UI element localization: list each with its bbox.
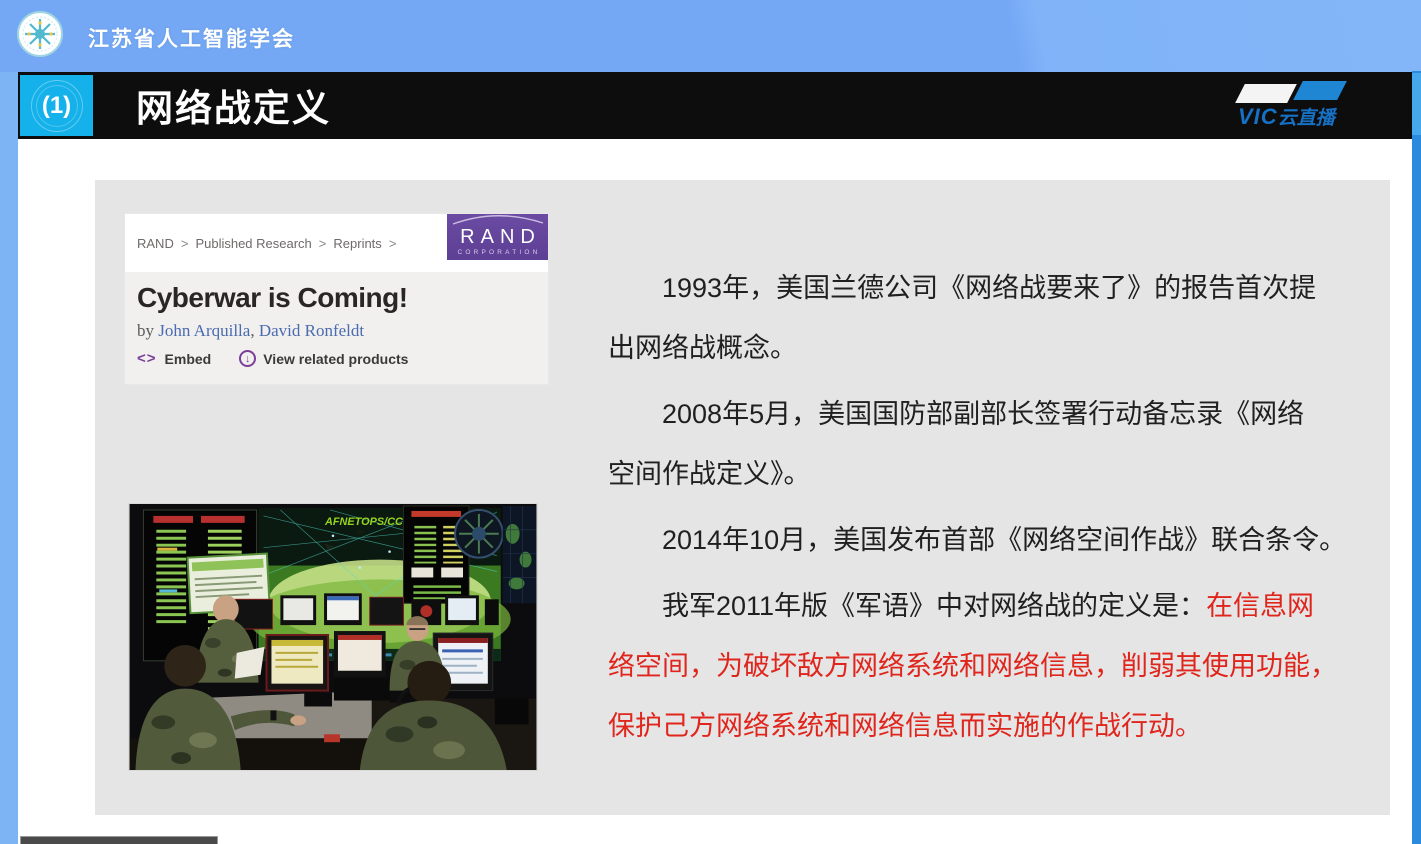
org-name: 江苏省人工智能学会 <box>88 23 295 53</box>
vic-logo-text: VIC <box>1238 104 1278 129</box>
view-related-products-button[interactable]: View related products <box>263 351 408 367</box>
embed-code-icon: <> <box>137 350 157 367</box>
breadcrumb-link-rand[interactable]: RAND <box>137 236 174 251</box>
report-byline: by John Arquilla, David Ronfeldt <box>137 321 534 341</box>
breadcrumb-link-reprints[interactable]: Reprints <box>333 236 381 251</box>
author-link-david-ronfeldt[interactable]: David Ronfeldt <box>259 321 364 340</box>
rand-corporation-logo: RAND CORPORATION <box>447 214 548 260</box>
download-circle-icon: ↓ <box>239 350 256 367</box>
vertical-scrollbar[interactable] <box>1412 71 1421 844</box>
vic-live-logo: VIC云直播 <box>1228 81 1368 131</box>
footer-caption: 本会议由云直播技术支持 <box>20 836 218 844</box>
definition-highlight: 在信息网 <box>1206 591 1314 621</box>
embed-button[interactable]: Embed <box>165 351 212 367</box>
byline-separator: , <box>250 321 259 340</box>
breadcrumb-separator: > <box>181 236 189 251</box>
breadcrumb-separator: > <box>389 236 397 251</box>
vic-logo-shape-white <box>1235 84 1297 103</box>
text-line: 1993年，美国兰德公司《网络战要来了》的报告首次提 <box>608 258 1368 318</box>
text-line-red: 络空间，为破坏敌方网络系统和网络信息，削弱其使用功能， <box>608 636 1368 696</box>
vic-logo-shape-blue <box>1293 81 1347 100</box>
slide-number: (1) <box>42 92 71 120</box>
breadcrumb-link-published-research[interactable]: Published Research <box>195 236 311 251</box>
byline-prefix: by <box>137 321 158 340</box>
slide-number-badge: (1) <box>20 75 93 136</box>
text-line: 出网络战概念。 <box>608 318 1368 378</box>
text-line-red: 保护己方网络系统和网络信息而实施的作战行动。 <box>608 696 1368 756</box>
vic-logo-suffix: 云直播 <box>1278 108 1335 129</box>
slide-card: RAND > Published Research > Reprints > RAND C… <box>95 180 1390 815</box>
text-line: 2014年10月，美国发布首部《网络空间作战》联合条令。 <box>608 510 1368 570</box>
unit-emblem <box>455 510 503 558</box>
text-line: 2008年5月，美国国防部副部长签署行动备忘录《网络 <box>608 384 1368 444</box>
scrollbar-thumb[interactable] <box>1412 73 1421 135</box>
definition-lead: 我军2011年版《军语》中对网络战的定义是： <box>662 591 1206 621</box>
author-link-john-arquilla[interactable]: John Arquilla <box>158 321 250 340</box>
page-title: 网络战定义 <box>136 77 331 131</box>
content-area: RAND > Published Research > Reprints > RAND C… <box>18 139 1412 844</box>
text-line: 我军2011年版《军语》中对网络战的定义是：在信息网 <box>608 576 1368 636</box>
breadcrumb: RAND > Published Research > Reprints > <box>137 236 403 251</box>
report-title: Cyberwar is Coming! <box>137 282 534 314</box>
text-line: 空间作战定义》。 <box>608 444 1368 504</box>
ops-center-photo: AFNETOPS/CC Vision <box>128 503 538 771</box>
slide-title-bar: (1) 网络战定义 VIC云直播 <box>18 72 1412 139</box>
breadcrumb-separator: > <box>319 236 327 251</box>
rand-report-card: RAND > Published Research > Reprints > RAND C… <box>125 214 548 384</box>
slide-body-text: 1993年，美国兰德公司《网络战要来了》的报告首次提 出网络战概念。 2008年… <box>608 258 1368 756</box>
top-bar: 江苏省人工智能学会 <box>0 0 1421 72</box>
org-logo-icon <box>17 11 63 57</box>
world-map-screen <box>503 506 537 603</box>
